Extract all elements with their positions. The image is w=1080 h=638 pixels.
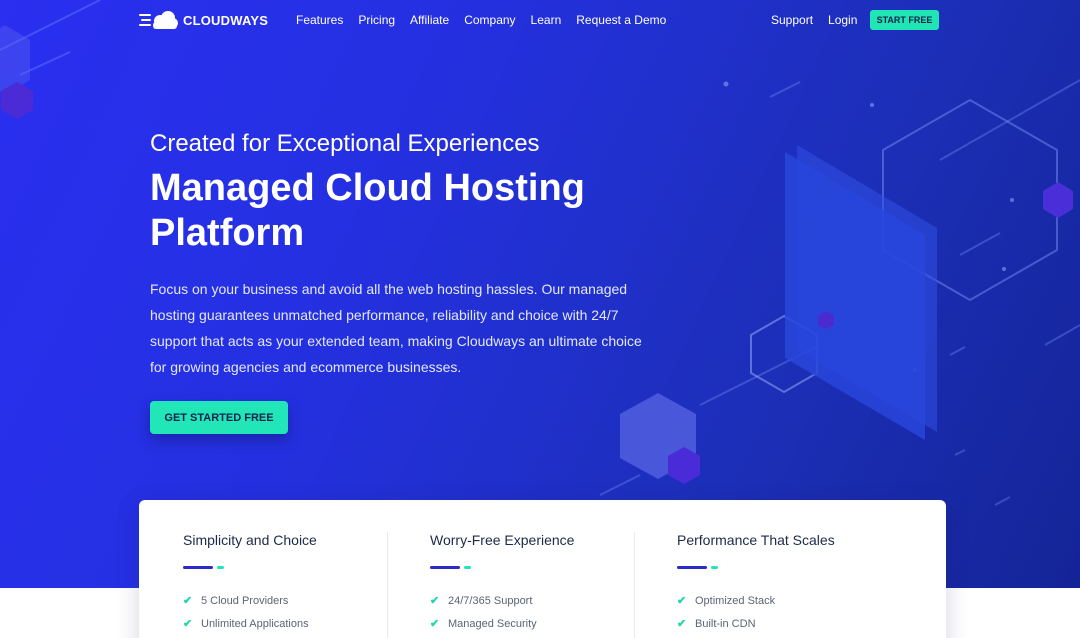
accent-dot [711,566,718,569]
check-icon: ✔ [430,618,440,630]
main-menu: Features Pricing Affiliate Company Learn… [296,13,681,27]
nav-features[interactable]: Features [296,13,343,27]
nav-support[interactable]: Support [771,13,813,27]
accent-dot [217,566,224,569]
accent-bar [677,566,707,569]
feature-item-label: Optimized Stack [695,594,776,607]
get-started-free-button[interactable]: GET STARTED FREE [150,401,288,434]
check-icon: ✔ [183,595,193,607]
nav-login[interactable]: Login [828,13,857,27]
accent-bar [430,566,460,569]
feature-column-worry-free: Worry-Free Experience ✔ 24/7/365 Support… [386,500,633,638]
feature-item-label: 24/7/365 Support [448,594,533,607]
hero-title: Managed Cloud Hosting Platform [150,167,585,254]
hero-description: Focus on your business and avoid all the… [150,281,642,375]
feature-title: Simplicity and Choice [183,532,317,548]
cloud-logo-icon [139,11,178,29]
features-card: Simplicity and Choice ✔ 5 Cloud Provider… [139,500,946,638]
feature-title: Worry-Free Experience [430,532,575,548]
feature-column-performance: Performance That Scales ✔ Optimized Stac… [633,500,880,638]
brand-logo[interactable]: CLOUDWAYS [139,10,268,30]
account-menu: Support Login [771,13,872,27]
accent-dot [464,566,471,569]
feature-title: Performance That Scales [677,532,835,548]
feature-column-simplicity: Simplicity and Choice ✔ 5 Cloud Provider… [139,500,386,638]
nav-affiliate[interactable]: Affiliate [410,13,449,27]
check-icon: ✔ [183,618,193,630]
check-icon: ✔ [430,595,440,607]
hero-subtitle: Created for Exceptional Experiences [150,130,540,157]
feature-item-label: 5 Cloud Providers [201,594,289,607]
nav-request-demo[interactable]: Request a Demo [576,13,666,27]
feature-item-label: Managed Security [448,617,537,630]
start-free-button[interactable]: START FREE [870,10,939,30]
feature-item: ✔ Built-in CDN [677,617,756,631]
feature-item-label: Built-in CDN [695,617,756,630]
nav-learn[interactable]: Learn [531,13,562,27]
nav-company[interactable]: Company [464,13,515,27]
feature-item: ✔ Optimized Stack [677,594,776,608]
nav-pricing[interactable]: Pricing [358,13,395,27]
feature-item: ✔ 24/7/365 Support [430,594,533,608]
check-icon: ✔ [677,618,687,630]
feature-item: ✔ Unlimited Applications [183,617,309,631]
feature-item: ✔ 5 Cloud Providers [183,594,289,608]
brand-name: CLOUDWAYS [183,12,269,28]
check-icon: ✔ [677,595,687,607]
top-navigation: CLOUDWAYS Features Pricing Affiliate Com… [0,0,1080,40]
accent-bar [183,566,213,569]
feature-item-label: Unlimited Applications [201,617,309,630]
feature-item: ✔ Managed Security [430,617,537,631]
